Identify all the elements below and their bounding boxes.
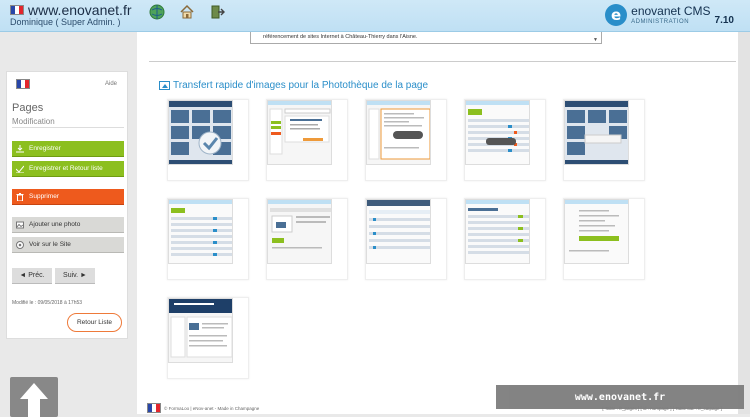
category-select-value: référencement de sites Internet à Châtea… [263, 34, 418, 40]
thumbnail-image [465, 199, 530, 264]
photo-thumbnail[interactable] [365, 99, 447, 181]
save-label: Enregistrer [29, 145, 61, 152]
thumbnail-image [366, 199, 431, 264]
thumbnail-image [564, 100, 629, 165]
save-return-button[interactable]: Enregistrer et Retour liste [12, 161, 124, 177]
home-icon[interactable] [179, 4, 195, 20]
page-subtitle: Modification [12, 117, 55, 126]
cms-version: 7.10 [714, 15, 734, 26]
main-content: référencement de sites Internet à Châtea… [137, 32, 738, 414]
footer: © FormaLoo | eNov-anet - Made in Champag… [147, 403, 259, 413]
photo-thumbnail[interactable] [365, 198, 447, 280]
download-icon [16, 144, 24, 152]
photo-thumbnail[interactable] [563, 99, 645, 181]
france-flag-icon [10, 5, 24, 15]
scroll-to-top-button[interactable] [10, 377, 58, 417]
page-title: Pages [12, 102, 44, 114]
photo-thumbnail[interactable] [167, 297, 249, 379]
logout-icon[interactable] [209, 4, 225, 20]
photo-thumbnail[interactable] [266, 99, 348, 181]
category-select[interactable]: référencement de sites Internet à Châtea… [250, 32, 602, 44]
modified-date: Modifié le : 09/05/2018 à 17h53 [12, 300, 83, 306]
photo-thumbnail[interactable] [464, 198, 546, 280]
thumbnail-image [168, 100, 233, 165]
photo-thumbnail[interactable] [563, 198, 645, 280]
add-photo-button[interactable]: Ajouter une photo [12, 217, 124, 233]
site-title[interactable]: www.enovanet.fr [28, 2, 132, 18]
language-flag-icon[interactable] [16, 79, 30, 89]
eye-icon [16, 240, 24, 249]
scrollbar[interactable] [738, 32, 750, 414]
section-title-text: Transfert rapide d'images pour la Photot… [173, 80, 429, 91]
thumbnail-image [465, 100, 530, 165]
arrow-up-icon [20, 383, 48, 417]
footer-text: © FormaLoo | eNov-anet - Made in Champag… [164, 405, 260, 411]
next-button[interactable]: Suiv. ► [55, 268, 95, 284]
thumbnail-image [366, 100, 431, 165]
watermark: www.enovanet.fr [496, 385, 744, 409]
user-label: Dominique ( Super Admin. ) [10, 17, 121, 27]
back-to-list-button[interactable]: Retour Liste [67, 313, 122, 332]
top-bar: www.enovanet.fr Dominique ( Super Admin.… [0, 0, 750, 32]
divider [149, 61, 736, 62]
trash-icon [16, 192, 24, 201]
view-site-button[interactable]: Voir sur le Site [12, 237, 124, 253]
thumbnail-image [267, 100, 332, 165]
add-photo-label: Ajouter une photo [29, 221, 81, 228]
delete-label: Supprimer [29, 193, 59, 200]
check-icon [16, 165, 24, 173]
help-link[interactable]: Aide [105, 81, 117, 87]
prev-button[interactable]: ◄ Préc. [12, 268, 52, 284]
sidebar: Aide Pages Modification Enregistrer Enre… [6, 71, 128, 339]
thumbnail-image [168, 199, 233, 264]
thumbnail-image [564, 199, 629, 264]
divider [12, 127, 124, 128]
cms-brand: e enovanet CMS ADMINISTRATION 7.10 [605, 4, 734, 26]
enovanet-logo-icon: e [605, 4, 628, 26]
globe-icon[interactable] [149, 4, 165, 20]
delete-button[interactable]: Supprimer [12, 189, 124, 205]
cms-name: enovanet CMS [631, 4, 711, 18]
cms-subtitle: ADMINISTRATION [631, 19, 690, 25]
france-flag-icon [147, 403, 161, 413]
brand[interactable]: www.enovanet.fr [10, 2, 132, 18]
thumbnail-image [267, 199, 332, 264]
photo-thumbnail[interactable] [464, 99, 546, 181]
save-return-label: Enregistrer et Retour liste [29, 165, 103, 172]
thumbnail-image [168, 298, 233, 363]
photo-thumbnail[interactable] [167, 99, 249, 181]
photo-thumbnail[interactable] [167, 198, 249, 280]
chevron-down-icon: ▼ [593, 37, 598, 43]
image-icon [159, 81, 170, 90]
view-site-label: Voir sur le Site [29, 241, 71, 248]
photo-thumbnail[interactable] [266, 198, 348, 280]
save-button[interactable]: Enregistrer [12, 141, 124, 157]
section-title: Transfert rapide d'images pour la Photot… [159, 80, 428, 91]
photo-icon [16, 221, 24, 228]
